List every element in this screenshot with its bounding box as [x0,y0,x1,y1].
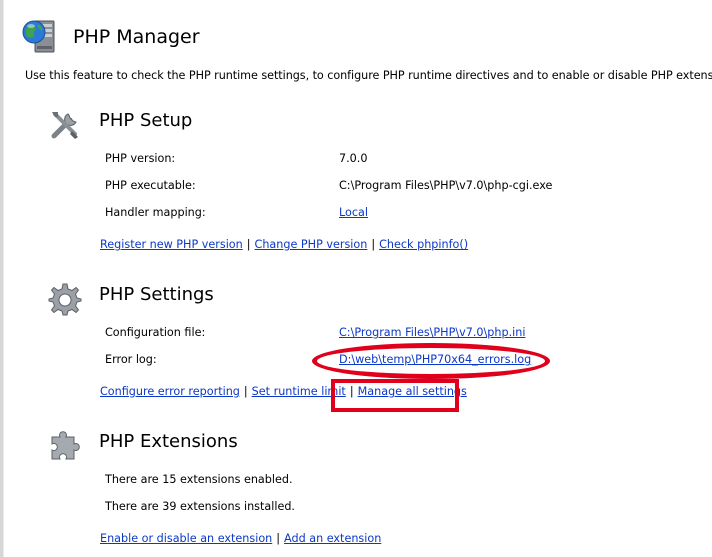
puzzle-icon [48,429,82,463]
php-executable-label: PHP executable: [105,179,196,192]
separator: | [246,238,251,251]
separator: | [371,238,376,251]
configuration-file-link-wrap: C:\Program Files\PHP\v7.0\php.ini [339,325,525,341]
extensions-enabled-text: There are 15 extensions enabled. [105,473,293,486]
globe-server-icon [22,18,56,54]
page-description: Use this feature to check the PHP runtim… [25,69,712,82]
window-left-border-inner [3,0,4,557]
tools-icon [48,108,82,142]
separator: | [276,532,281,545]
php-setup-actions: Register new PHP version | Change PHP vers… [100,237,468,253]
enable-disable-extension-link[interactable]: Enable or disable an extension [100,532,272,545]
page-title: PHP Manager [73,26,200,48]
handler-mapping-link-wrap: Local [339,205,368,221]
register-new-php-version-link[interactable]: Register new PHP version [100,238,243,251]
configure-error-reporting-link[interactable]: Configure error reporting [100,385,240,398]
separator: | [243,385,248,398]
error-log-label: Error log: [105,353,157,366]
php-executable-value: C:\Program Files\PHP\v7.0\php-cgi.exe [339,179,553,192]
check-phpinfo-link[interactable]: Check phpinfo() [379,238,468,251]
change-php-version-link[interactable]: Change PHP version [255,238,368,251]
handler-mapping-link[interactable]: Local [339,206,368,219]
extensions-installed-text: There are 39 extensions installed. [105,500,295,513]
php-setup-title: PHP Setup [99,110,193,131]
gear-icon [48,282,82,316]
configuration-file-link[interactable]: C:\Program Files\PHP\v7.0\php.ini [339,326,525,339]
php-settings-title: PHP Settings [99,284,214,305]
manage-all-settings-highlight-box [331,379,459,412]
php-version-label: PHP version: [105,152,176,165]
add-extension-link[interactable]: Add an extension [284,532,381,545]
php-version-value: 7.0.0 [339,152,368,165]
handler-mapping-label: Handler mapping: [105,206,206,219]
error-log-highlight-ellipse [312,343,550,379]
php-extensions-title: PHP Extensions [99,431,238,452]
php-extensions-actions: Enable or disable an extension | Add an ex… [100,531,381,547]
configuration-file-label: Configuration file: [105,326,206,339]
